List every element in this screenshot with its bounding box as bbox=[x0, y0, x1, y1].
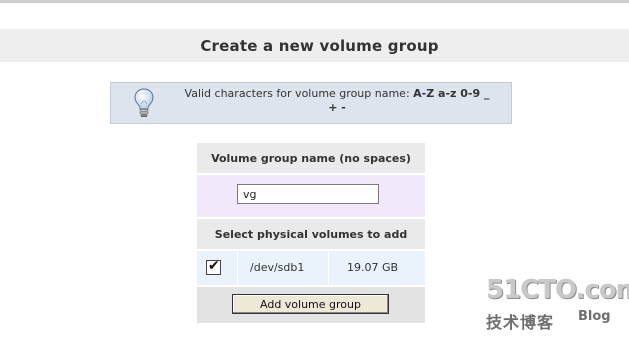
hint-allowed-chars: A-Z a-z 0-9 _ bbox=[413, 87, 490, 100]
volume-group-form: Volume group name (no spaces) Select phy… bbox=[197, 143, 425, 323]
pv-checkbox[interactable]: ✔ bbox=[206, 258, 221, 275]
pv-header: Select physical volumes to add bbox=[197, 219, 425, 249]
top-divider bbox=[0, 0, 629, 3]
submit-row: Add volume group bbox=[197, 287, 425, 323]
hint-label: Valid characters for volume group name: bbox=[184, 87, 410, 100]
hint-text: Valid characters for volume group name: … bbox=[169, 87, 505, 115]
name-header: Volume group name (no spaces) bbox=[197, 143, 425, 173]
page-title: Create a new volume group bbox=[200, 36, 439, 55]
watermark-main: 51CTO.com bbox=[486, 275, 629, 305]
watermark-logo: 51CTO.com 技术博客 Blog bbox=[484, 275, 629, 335]
name-input-row bbox=[197, 175, 425, 217]
hint-allowed-chars-cont: + - bbox=[328, 101, 346, 114]
pv-device: /dev/sdb1 bbox=[250, 261, 305, 274]
pv-device-cell: /dev/sdb1 bbox=[238, 251, 329, 285]
watermark-sub: 技术博客 bbox=[486, 313, 555, 332]
pv-size-cell: 19.07 GB bbox=[329, 251, 425, 285]
pv-size: 19.07 GB bbox=[347, 261, 399, 274]
pv-row: ✔ /dev/sdb1 19.07 GB bbox=[197, 251, 425, 285]
check-icon: ✔ bbox=[208, 258, 220, 274]
lightbulb-icon bbox=[133, 87, 155, 119]
title-bar: Create a new volume group bbox=[0, 29, 629, 62]
volume-group-name-input[interactable] bbox=[237, 184, 379, 204]
pv-check-cell: ✔ bbox=[197, 251, 238, 285]
watermark-blog: Blog bbox=[578, 309, 611, 324]
hint-box: Valid characters for volume group name: … bbox=[110, 82, 512, 124]
add-volume-group-button[interactable]: Add volume group bbox=[232, 294, 389, 314]
